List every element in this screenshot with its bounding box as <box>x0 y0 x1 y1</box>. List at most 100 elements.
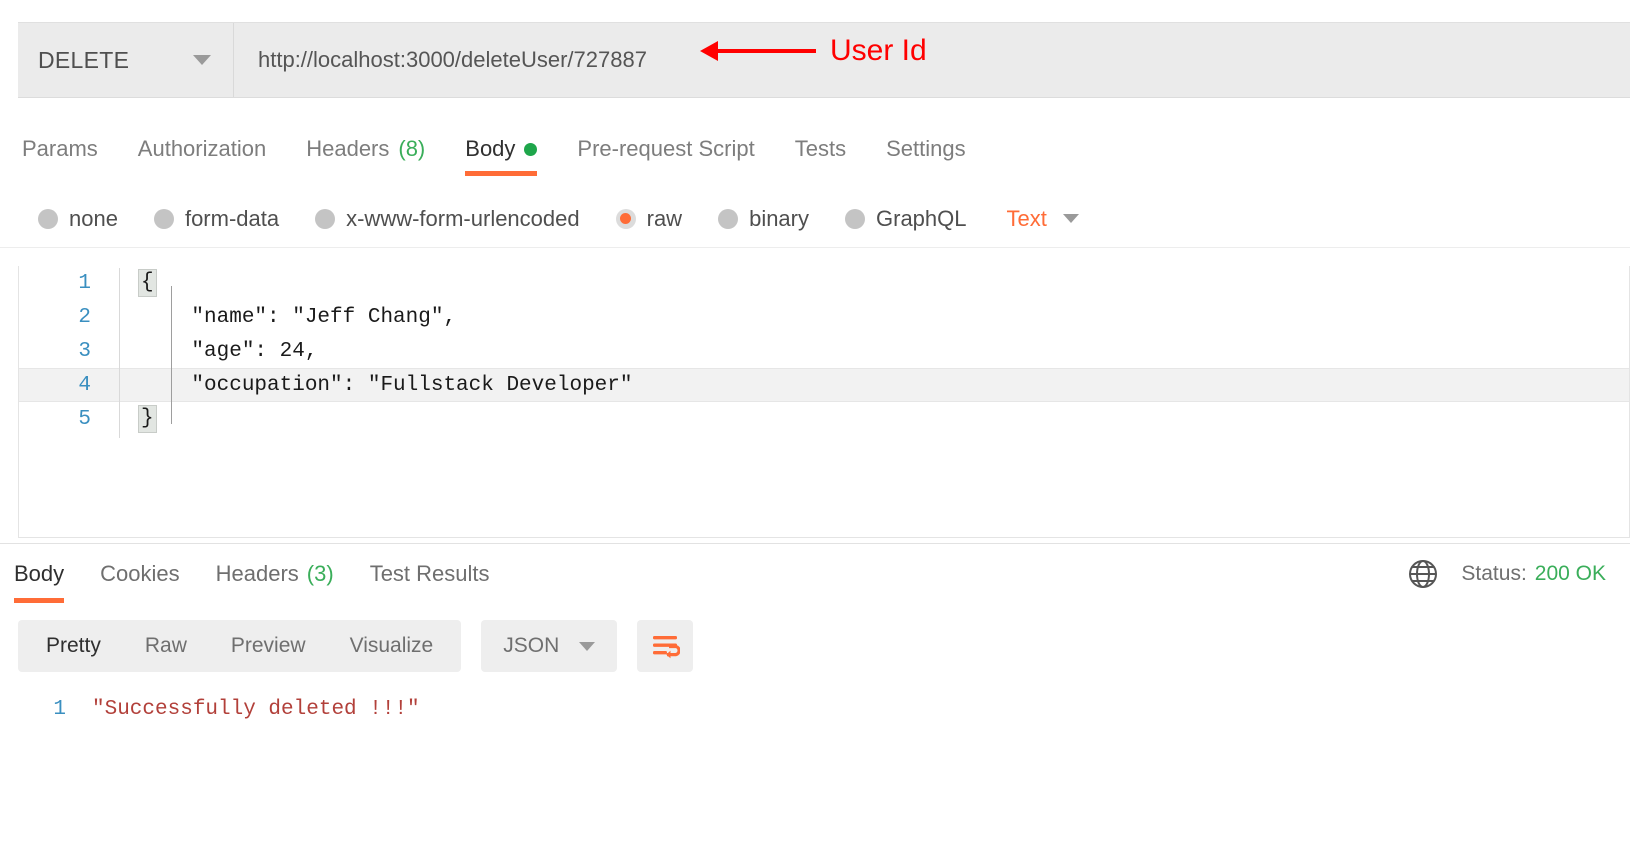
tab-authorization[interactable]: Authorization <box>118 122 286 176</box>
globe-icon <box>1409 560 1438 588</box>
body-type-none[interactable]: none <box>0 206 136 232</box>
body-type-form-data[interactable]: form-data <box>136 206 297 232</box>
response-divider <box>0 543 1630 544</box>
tab-label: Settings <box>886 136 966 161</box>
response-toolbar: Pretty Raw Preview Visualize JSON <box>18 620 694 672</box>
body-present-dot-icon <box>524 142 538 156</box>
body-language-label: Text <box>1006 205 1047 231</box>
response-status-area: Status: 200 OK <box>1407 545 1606 603</box>
response-body-line: 1 "Successfully deleted !!!" <box>0 692 1630 726</box>
request-url-input[interactable]: http://localhost:3000/deleteUser/727887 <box>234 23 1630 97</box>
body-language-dropdown[interactable]: Text <box>985 206 1095 232</box>
response-view-modes: Pretty Raw Preview Visualize <box>18 620 462 672</box>
tab-label: Headers <box>306 136 390 161</box>
radio-icon <box>718 208 739 229</box>
radio-icon <box>38 208 58 229</box>
line-content: { <box>119 269 1629 297</box>
radio-icon <box>845 208 865 229</box>
response-format-label: JSON <box>503 634 560 657</box>
response-tab-test-results[interactable]: Test Results <box>352 545 508 603</box>
response-body-viewer[interactable]: 1 "Successfully deleted !!!" <box>0 692 1630 845</box>
word-wrap-icon <box>653 636 681 659</box>
view-mode-label: Pretty <box>46 634 101 657</box>
response-tab-cookies[interactable]: Cookies <box>82 545 197 603</box>
body-type-label: GraphQL <box>876 205 967 231</box>
tab-label: Pre-request Script <box>577 136 755 161</box>
view-mode-label: Raw <box>144 634 187 657</box>
body-type-label: x-www-form-urlencoded <box>346 205 580 231</box>
word-wrap-button[interactable] <box>637 620 694 672</box>
tab-params[interactable]: Params <box>0 122 118 176</box>
response-format-dropdown[interactable]: JSON <box>481 620 618 672</box>
view-mode-preview[interactable]: Preview <box>209 620 328 672</box>
body-type-binary[interactable]: binary <box>700 206 827 232</box>
view-mode-pretty[interactable]: Pretty <box>24 620 123 672</box>
request-body-editor[interactable]: 1 { 2 "name": "Jeff Chang", 3 "age": 24,… <box>18 266 1630 538</box>
line-content: } <box>119 405 1629 433</box>
editor-line-active: 4 "occupation": "Fullstack Developer" <box>19 368 1629 402</box>
line-content: "age": 24, <box>141 339 318 363</box>
request-tabs: Params Authorization Headers (8) Body Pr… <box>0 122 1630 176</box>
line-number: 3 <box>78 339 91 363</box>
active-tab-underline <box>465 171 538 176</box>
line-number: 5 <box>78 407 91 431</box>
tab-label: Body <box>465 136 516 161</box>
view-mode-label: Preview <box>230 634 306 657</box>
response-tab-body[interactable]: Body <box>0 545 82 603</box>
active-tab-underline <box>14 598 65 603</box>
line-number: 2 <box>78 305 91 329</box>
chevron-down-icon <box>579 641 596 651</box>
line-content: "name": "Jeff Chang", <box>141 305 457 329</box>
http-method-label: DELETE <box>38 46 130 73</box>
line-content: "Successfully deleted !!!" <box>92 697 420 721</box>
tab-label: Params <box>22 136 98 161</box>
radio-icon <box>153 208 174 229</box>
response-tabs: Body Cookies Headers (3) Test Results <box>0 545 1630 603</box>
matched-brace: { <box>138 269 157 297</box>
tab-label: Cookies <box>100 561 180 586</box>
body-type-label: binary <box>749 205 809 231</box>
editor-line: 5 } <box>19 402 1629 436</box>
view-mode-raw[interactable]: Raw <box>123 620 209 672</box>
line-number: 1 <box>78 271 91 295</box>
view-mode-label: Visualize <box>349 634 434 657</box>
tab-tests[interactable]: Tests <box>775 122 866 176</box>
http-method-dropdown[interactable]: DELETE <box>18 23 234 97</box>
tab-label: Headers <box>215 561 299 586</box>
body-type-graphql[interactable]: GraphQL <box>827 206 985 232</box>
postman-request-response-view: DELETE http://localhost:3000/deleteUser/… <box>0 0 1630 845</box>
chevron-down-icon <box>1062 214 1079 223</box>
body-type-raw[interactable]: raw <box>598 206 700 232</box>
indent-guide <box>171 286 172 424</box>
body-type-label: raw <box>646 205 683 231</box>
tab-label: Authorization <box>137 136 267 161</box>
tab-label: Tests <box>794 136 847 161</box>
matched-brace: } <box>138 405 157 433</box>
tab-headers[interactable]: Headers (8) <box>286 122 445 176</box>
request-url-bar: DELETE http://localhost:3000/deleteUser/… <box>18 22 1630 98</box>
status-label: Status: <box>1461 562 1527 585</box>
body-type-x-www-form-urlencoded[interactable]: x-www-form-urlencoded <box>297 206 598 232</box>
view-mode-visualize[interactable]: Visualize <box>328 620 456 672</box>
tab-label: Body <box>14 561 65 586</box>
tab-badge: (3) <box>306 561 334 586</box>
tab-badge: (8) <box>398 136 426 161</box>
response-tab-headers[interactable]: Headers (3) <box>198 545 352 603</box>
editor-lines: 1 { 2 "name": "Jeff Chang", 3 "age": 24,… <box>19 266 1629 438</box>
tab-body[interactable]: Body <box>445 122 557 176</box>
gutter-divider <box>119 268 120 438</box>
line-content: "occupation": "Fullstack Developer" <box>141 373 633 397</box>
radio-icon <box>315 208 336 229</box>
tab-label: Test Results <box>369 561 490 586</box>
line-number: 4 <box>78 373 91 397</box>
request-url-text: http://localhost:3000/deleteUser/727887 <box>258 47 647 72</box>
editor-line: 2 "name": "Jeff Chang", <box>19 300 1629 334</box>
body-type-options: none form-data x-www-form-urlencoded raw… <box>0 190 1630 248</box>
tab-pre-request-script[interactable]: Pre-request Script <box>557 122 774 176</box>
line-number: 1 <box>53 697 66 721</box>
body-type-label: none <box>69 205 118 231</box>
radio-selected-icon <box>615 208 636 229</box>
body-type-label: form-data <box>184 205 280 231</box>
tab-settings[interactable]: Settings <box>866 122 986 176</box>
chevron-down-icon <box>193 55 211 65</box>
